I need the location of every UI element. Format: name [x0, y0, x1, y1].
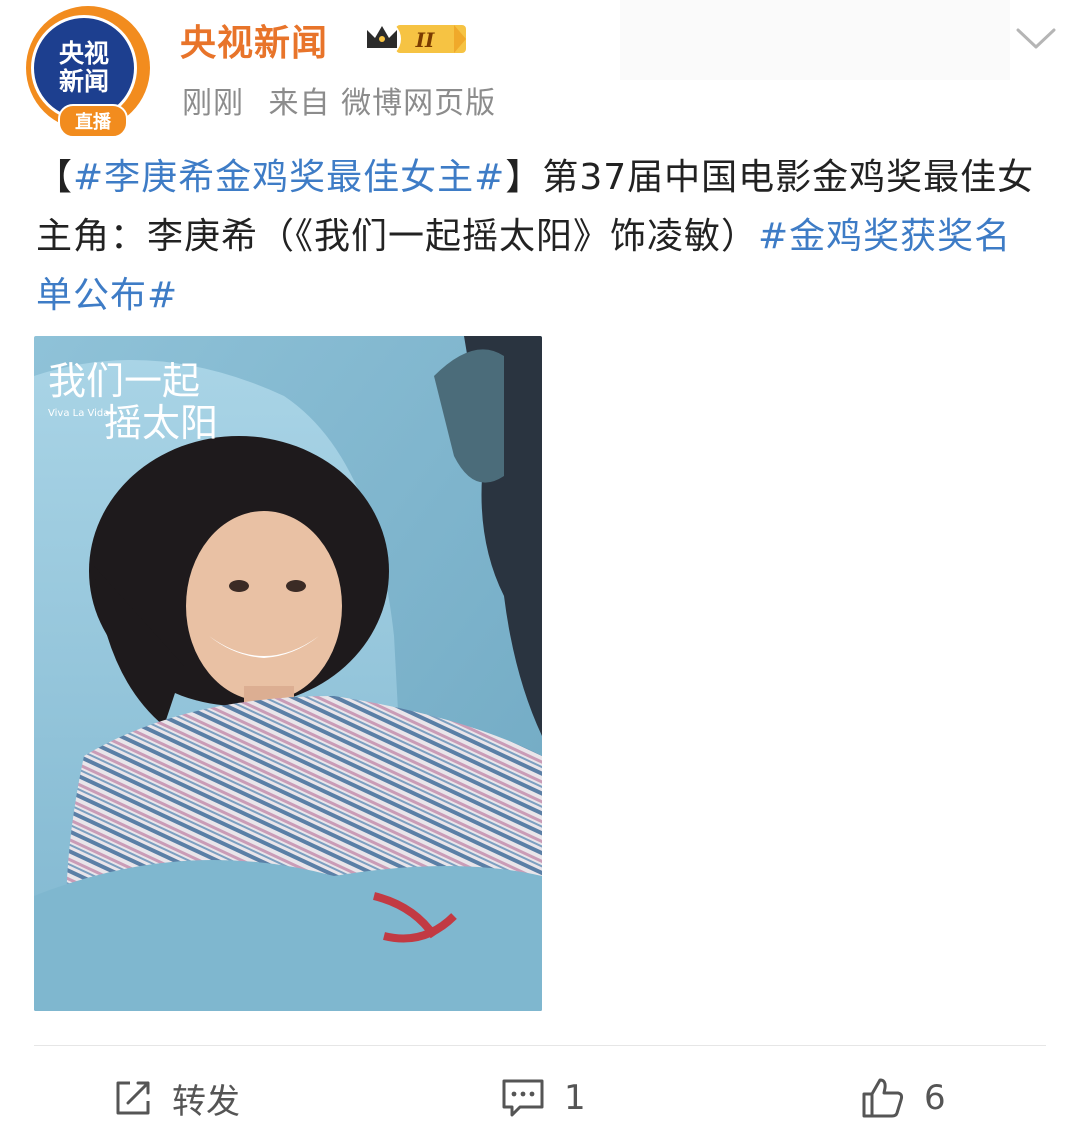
avatar-text-line1: 央视: [58, 39, 109, 68]
divider: [34, 1045, 1046, 1046]
repost-button[interactable]: 转发: [112, 1070, 240, 1126]
post-meta: 刚刚 来自 微博网页版: [182, 78, 510, 122]
bracket-open: 【: [36, 157, 74, 198]
comment-count: 1: [564, 1078, 586, 1118]
post-time: 刚刚: [182, 86, 244, 121]
crown-icon: II: [363, 20, 466, 58]
comment-button[interactable]: 1: [500, 1070, 586, 1126]
header-placeholder: [620, 0, 1010, 80]
chevron-down-icon[interactable]: [1012, 20, 1060, 56]
like-button[interactable]: 6: [860, 1070, 946, 1126]
post-image[interactable]: 我们一起 摇太阳 Viva La Vida: [34, 336, 542, 1011]
bracket-close: 】: [505, 157, 543, 198]
comment-icon: [502, 1079, 544, 1117]
user-name[interactable]: 央视新闻: [180, 14, 328, 66]
thumbs-up-icon: [862, 1078, 904, 1118]
poster-title-line1: 我们一起: [48, 359, 200, 403]
repost-label: 转发: [172, 1081, 240, 1122]
poster-subtitle: Viva La Vida: [48, 408, 109, 419]
avatar-text-line2: 新闻: [58, 67, 109, 96]
avatar[interactable]: 央视 新闻 直播: [22, 6, 160, 138]
vip-badge[interactable]: II: [362, 18, 470, 60]
topic-link-1[interactable]: #李庚希金鸡奖最佳女主#: [73, 157, 505, 198]
post-text: 【#李庚希金鸡奖最佳女主#】第37届中国电影金鸡奖最佳女主角：李庚希（《我们一起…: [36, 148, 1046, 325]
poster-title-line2: 摇太阳: [104, 401, 218, 445]
repost-icon: [116, 1081, 150, 1115]
vip-level: II: [415, 28, 435, 52]
like-count: 6: [924, 1078, 946, 1118]
live-badge: 直播: [58, 104, 128, 138]
post-source: 来自 微博网页版: [268, 86, 497, 121]
